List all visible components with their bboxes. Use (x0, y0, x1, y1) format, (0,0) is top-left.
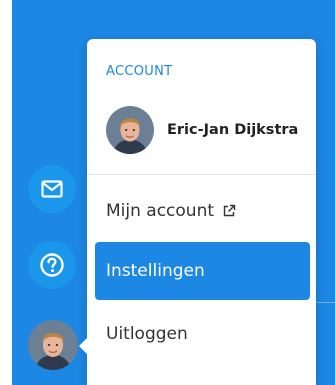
left-edge (0, 0, 12, 385)
account-menu: ACCOUNT Eric-Jan Dijkstra Mijn account I… (79, 39, 316, 385)
external-link-icon (223, 204, 236, 217)
user-row: Eric-Jan Dijkstra (106, 106, 298, 154)
menu-item-logout[interactable]: Uitloggen (95, 305, 310, 363)
menu-item-label: Uitloggen (106, 324, 188, 344)
user-name: Eric-Jan Dijkstra (167, 122, 299, 138)
help-icon (40, 253, 64, 277)
menu-divider (87, 174, 316, 175)
help-button[interactable] (28, 241, 76, 289)
menu-item-settings[interactable]: Instellingen (95, 242, 310, 300)
avatar-icon (106, 106, 154, 154)
menu-item-label: Instellingen (106, 261, 205, 281)
user-avatar (106, 106, 154, 154)
avatar-icon (28, 320, 78, 370)
menu-section-label: ACCOUNT (106, 64, 173, 79)
menu-pointer (79, 337, 88, 355)
mail-icon (41, 180, 63, 198)
mail-button[interactable] (28, 165, 76, 213)
menu-item-label: Mijn account (106, 201, 215, 221)
rail-user-avatar[interactable] (28, 320, 78, 370)
menu-item-my-account[interactable]: Mijn account (95, 182, 310, 240)
